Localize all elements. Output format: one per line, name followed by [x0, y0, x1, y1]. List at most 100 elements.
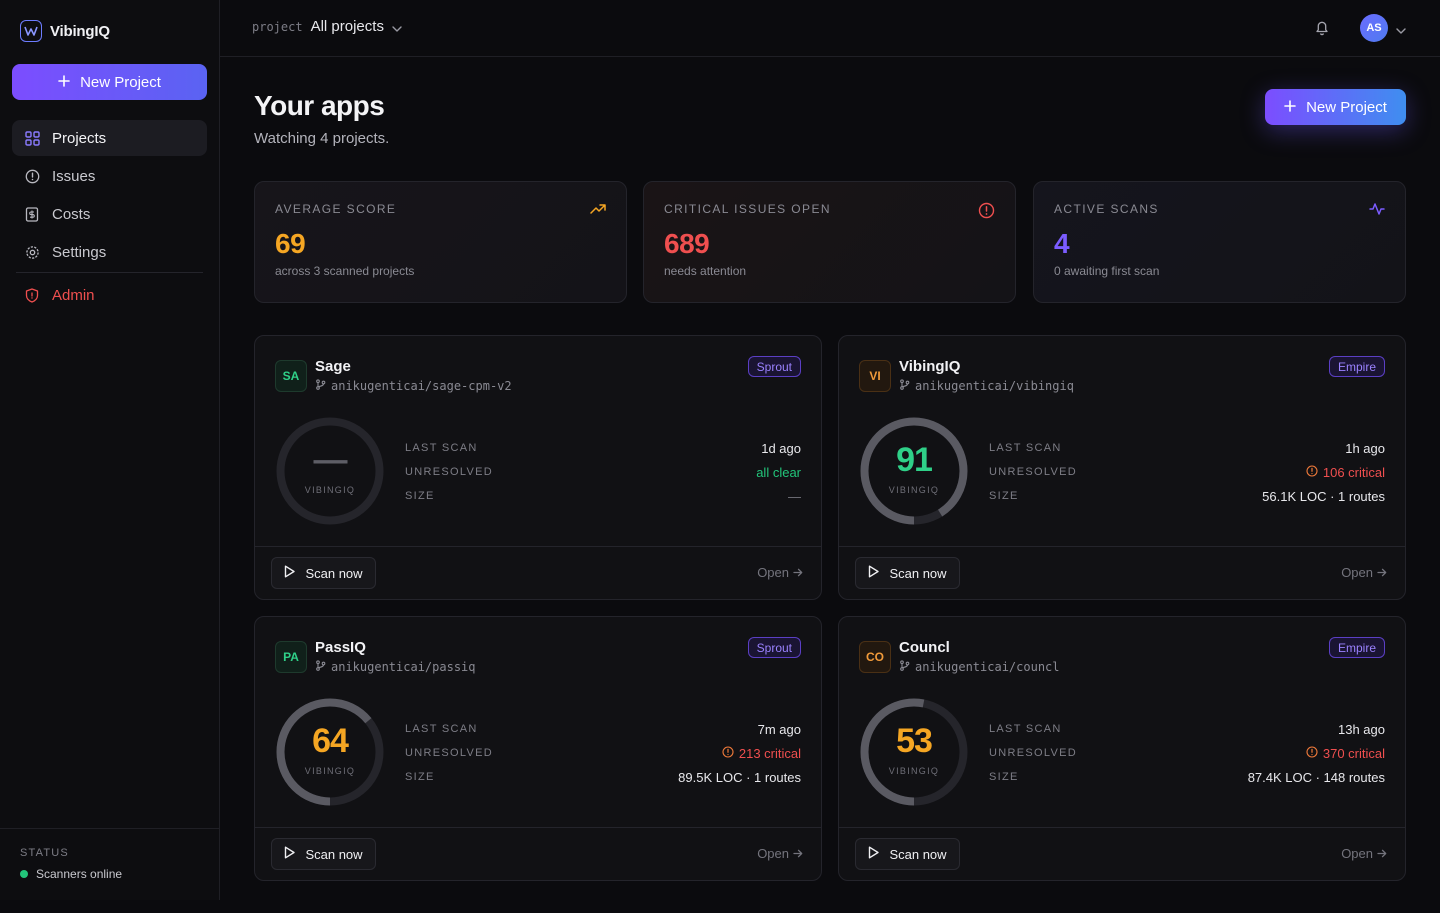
- project-card-councl[interactable]: CO Councl anikugenticai/councl Empire 53…: [838, 616, 1406, 881]
- tier-badge: Sprout: [747, 356, 801, 377]
- sidebar-item-label: Issues: [52, 167, 96, 185]
- arrow-right-icon: [793, 846, 803, 861]
- play-icon: [284, 565, 296, 581]
- sidebar-item-settings[interactable]: Settings: [12, 234, 207, 270]
- open-project-link[interactable]: Open: [1341, 846, 1387, 861]
- scan-now-label: Scan now: [889, 846, 947, 862]
- alert-circle-icon: [1306, 464, 1318, 480]
- sidebar-item-issues[interactable]: Issues: [12, 158, 207, 194]
- project-card-vibingiq[interactable]: VI VibingIQ anikugenticai/vibingiq Empir…: [838, 335, 1406, 600]
- scan-now-button[interactable]: Scan now: [271, 557, 376, 589]
- meta-key: LAST SCAN: [989, 442, 1062, 454]
- project-card-passiq[interactable]: PA PassIQ anikugenticai/passiq Sprout 64…: [254, 616, 822, 881]
- meta-key: UNRESOLVED: [405, 747, 493, 759]
- open-project-link[interactable]: Open: [1341, 565, 1387, 580]
- meta-unresolved-text: 106 critical: [1322, 464, 1385, 480]
- avatar[interactable]: AS: [1360, 14, 1388, 42]
- new-project-label: New Project: [1306, 98, 1387, 116]
- open-label: Open: [757, 846, 789, 861]
- project-repo-text: anikugenticai/sage-cpm-v2: [331, 379, 512, 393]
- meta-row-size: SIZE 56.1K LOC · 1 routes: [989, 484, 1385, 508]
- sidebar-item-label: Settings: [52, 243, 107, 261]
- brand[interactable]: VibingIQ: [20, 20, 110, 42]
- stats-row: AVERAGE SCORE 69 across 3 scanned projec…: [254, 181, 1406, 303]
- meta-size: 87.4K LOC · 148 routes: [1247, 769, 1385, 785]
- project-initials: PA: [275, 641, 307, 673]
- grid-icon: [24, 130, 40, 146]
- stat-value: 69: [275, 228, 306, 259]
- meta-unresolved: all clear: [756, 464, 801, 480]
- gauge-score: 64: [312, 722, 349, 760]
- project-repo: anikugenticai/vibingiq: [899, 379, 1074, 393]
- meta-key: LAST SCAN: [405, 723, 478, 735]
- gauge-label: VIBINGIQ: [304, 766, 356, 776]
- scan-now-label: Scan now: [305, 846, 363, 862]
- meta-row-size: SIZE —: [405, 484, 801, 508]
- project-name[interactable]: PassIQ: [315, 639, 476, 656]
- project-switcher[interactable]: project All projects: [252, 18, 402, 35]
- project-card-footer: Scan now Open: [839, 827, 1405, 880]
- project-card-footer: Scan now Open: [839, 546, 1405, 599]
- scan-now-label: Scan now: [305, 565, 363, 581]
- score-gauge: — VIBINGIQ: [275, 416, 385, 526]
- meta-last-scan: 13h ago: [1338, 721, 1385, 737]
- new-project-button[interactable]: New Project: [1265, 89, 1406, 125]
- arrow-right-icon: [1377, 565, 1387, 580]
- new-project-label: New Project: [80, 73, 161, 91]
- git-branch-icon: [315, 660, 326, 674]
- gauge-score: —: [313, 441, 348, 479]
- git-branch-icon: [315, 379, 326, 393]
- scan-now-button[interactable]: Scan now: [855, 557, 960, 589]
- project-switcher-label: project: [252, 19, 303, 34]
- plus-icon: [58, 74, 70, 91]
- project-name[interactable]: Sage: [315, 358, 512, 375]
- sidebar-item-projects[interactable]: Projects: [12, 120, 207, 156]
- project-name[interactable]: Councl: [899, 639, 1060, 656]
- bell-icon[interactable]: [1314, 19, 1332, 37]
- meta-unresolved: 106 critical: [1306, 465, 1385, 480]
- project-repo-text: anikugenticai/councl: [915, 660, 1060, 674]
- sidebar-item-costs[interactable]: Costs: [12, 196, 207, 232]
- project-name[interactable]: VibingIQ: [899, 358, 1074, 375]
- project-card-footer: Scan now Open: [255, 827, 821, 880]
- play-icon: [284, 846, 296, 862]
- stat-label: CRITICAL ISSUES OPEN: [664, 202, 831, 216]
- project-repo-text: anikugenticai/passiq: [331, 660, 476, 674]
- project-card-header: PA PassIQ anikugenticai/passiq: [275, 639, 476, 674]
- open-label: Open: [757, 565, 789, 580]
- meta-unresolved: 370 critical: [1306, 746, 1385, 761]
- open-project-link[interactable]: Open: [757, 565, 803, 580]
- meta-last-scan: 1h ago: [1345, 440, 1385, 456]
- scan-now-button[interactable]: Scan now: [855, 838, 960, 870]
- score-gauge: 91 VIBINGIQ: [859, 416, 969, 526]
- alert-circle-icon: [722, 745, 734, 761]
- meta-row-last-scan: LAST SCAN 1h ago: [989, 436, 1385, 460]
- project-card-footer: Scan now Open: [255, 546, 821, 599]
- meta-row-unresolved: UNRESOLVED 213 critical: [405, 741, 801, 765]
- stat-card-average-score: AVERAGE SCORE 69 across 3 scanned projec…: [254, 181, 627, 303]
- meta-unresolved-text: 370 critical: [1322, 745, 1385, 761]
- gear-icon: [24, 244, 40, 260]
- project-switcher-value: All projects: [310, 18, 384, 35]
- sidebar-item-admin[interactable]: Admin: [12, 277, 207, 313]
- stat-value: 689: [664, 228, 710, 259]
- meta-key: UNRESOLVED: [989, 747, 1077, 759]
- project-repo: anikugenticai/sage-cpm-v2: [315, 379, 512, 393]
- gauge-label: VIBINGIQ: [888, 766, 940, 776]
- meta-key: UNRESOLVED: [989, 466, 1077, 478]
- project-initials: CO: [859, 641, 891, 673]
- chevron-down-icon: [392, 19, 402, 35]
- stat-card-critical-issues: CRITICAL ISSUES OPEN 689 needs attention: [643, 181, 1016, 303]
- meta-key: SIZE: [405, 490, 435, 502]
- project-card-header: CO Councl anikugenticai/councl: [859, 639, 1060, 674]
- gauge-label: VIBINGIQ: [888, 485, 940, 495]
- open-project-link[interactable]: Open: [757, 846, 803, 861]
- sidebar-new-project-button[interactable]: New Project: [12, 64, 207, 100]
- scan-now-button[interactable]: Scan now: [271, 838, 376, 870]
- chevron-down-icon[interactable]: [1396, 21, 1406, 37]
- activity-icon: [1369, 202, 1385, 219]
- sidebar-divider: [16, 272, 203, 273]
- stat-sub: needs attention: [664, 264, 747, 278]
- play-icon: [868, 565, 880, 581]
- project-card-sage[interactable]: SA Sage anikugenticai/sage-cpm-v2 Sprout…: [254, 335, 822, 600]
